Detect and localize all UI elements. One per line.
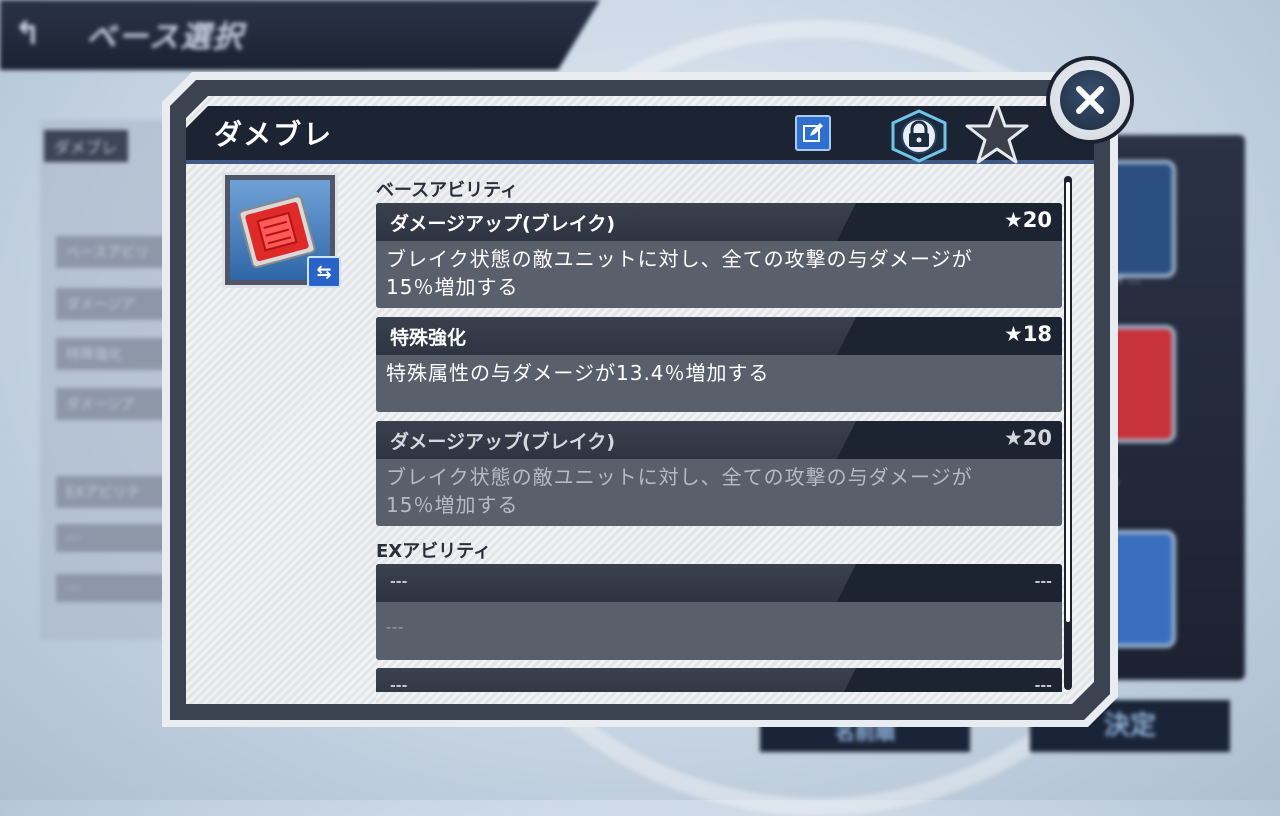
edit-icon <box>803 123 823 142</box>
ex-ability-label: EXアビリティ <box>376 541 492 562</box>
ability-card: ダメージアップ(ブレイク) ★20 ブレイク状態の敵ユニットに対し、全ての攻撃の… <box>376 421 1062 526</box>
ability-description: --- <box>386 620 405 636</box>
swap-button[interactable]: ⇆ <box>307 256 341 288</box>
ability-description-line: 特殊属性の与ダメージが13.4％増加する <box>386 361 770 385</box>
ability-description-line: 15％増加する <box>386 275 519 299</box>
ability-card: 特殊強化 ★18 特殊属性の与ダメージが13.4％増加する <box>376 317 1062 412</box>
ability-description: 特殊属性の与ダメージが13.4％増加する <box>376 355 1062 393</box>
ability-name: --- <box>390 574 408 590</box>
ability-description-line: ブレイク状態の敵ユニットに対し、全ての攻撃の与ダメージが <box>386 247 973 271</box>
ability-header: ダメージアップ(ブレイク) ★20 <box>376 421 1062 459</box>
close-button[interactable] <box>1050 60 1130 140</box>
ability-cost: ★20 <box>1003 426 1052 450</box>
edit-button[interactable] <box>795 115 831 151</box>
ex-ability-card: --- --- --- <box>376 564 1062 660</box>
ability-cost: ★20 <box>1003 208 1052 232</box>
ability-name: ダメージアップ(ブレイク) <box>390 431 616 453</box>
back-arrow-icon[interactable]: ↰ <box>14 14 41 52</box>
ability-name: ダメージアップ(ブレイク) <box>390 213 616 235</box>
lock-button[interactable] <box>889 109 949 163</box>
ability-header: --- --- <box>376 564 1062 602</box>
dialog-title: ダメブレ <box>214 118 334 151</box>
ability-description: ブレイク状態の敵ユニットに対し、全ての攻撃の与ダメージが 15％増加する <box>376 459 1062 525</box>
bg-left-tag: ダメブレ <box>44 130 128 162</box>
ability-description: ブレイク状態の敵ユニットに対し、全ての攻撃の与ダメージが 15％増加する <box>376 241 1062 307</box>
scrollbar-thumb[interactable] <box>1066 182 1070 622</box>
list-clip-edge <box>376 692 1066 704</box>
ability-description-line: ブレイク状態の敵ユニットに対し、全ての攻撃の与ダメージが <box>386 465 973 489</box>
close-icon <box>1060 70 1120 130</box>
ability-cost: ★18 <box>1003 322 1052 346</box>
swap-icon: ⇆ <box>316 261 332 283</box>
ability-header: 特殊強化 ★18 <box>376 317 1062 355</box>
lock-icon <box>891 109 947 163</box>
ability-card: ダメージアップ(ブレイク) ★20 ブレイク状態の敵ユニットに対し、全ての攻撃の… <box>376 203 1062 308</box>
favorite-button[interactable] <box>965 100 1029 170</box>
ability-cost: --- <box>1034 574 1052 590</box>
base-ability-label: ベースアビリティ <box>376 180 519 201</box>
ability-header: ダメージアップ(ブレイク) ★20 <box>376 203 1062 241</box>
ability-name: 特殊強化 <box>390 327 467 349</box>
ability-description-line: 15％増加する <box>386 493 519 517</box>
screen-title: ベース選択 <box>86 20 245 55</box>
star-icon <box>965 102 1029 164</box>
